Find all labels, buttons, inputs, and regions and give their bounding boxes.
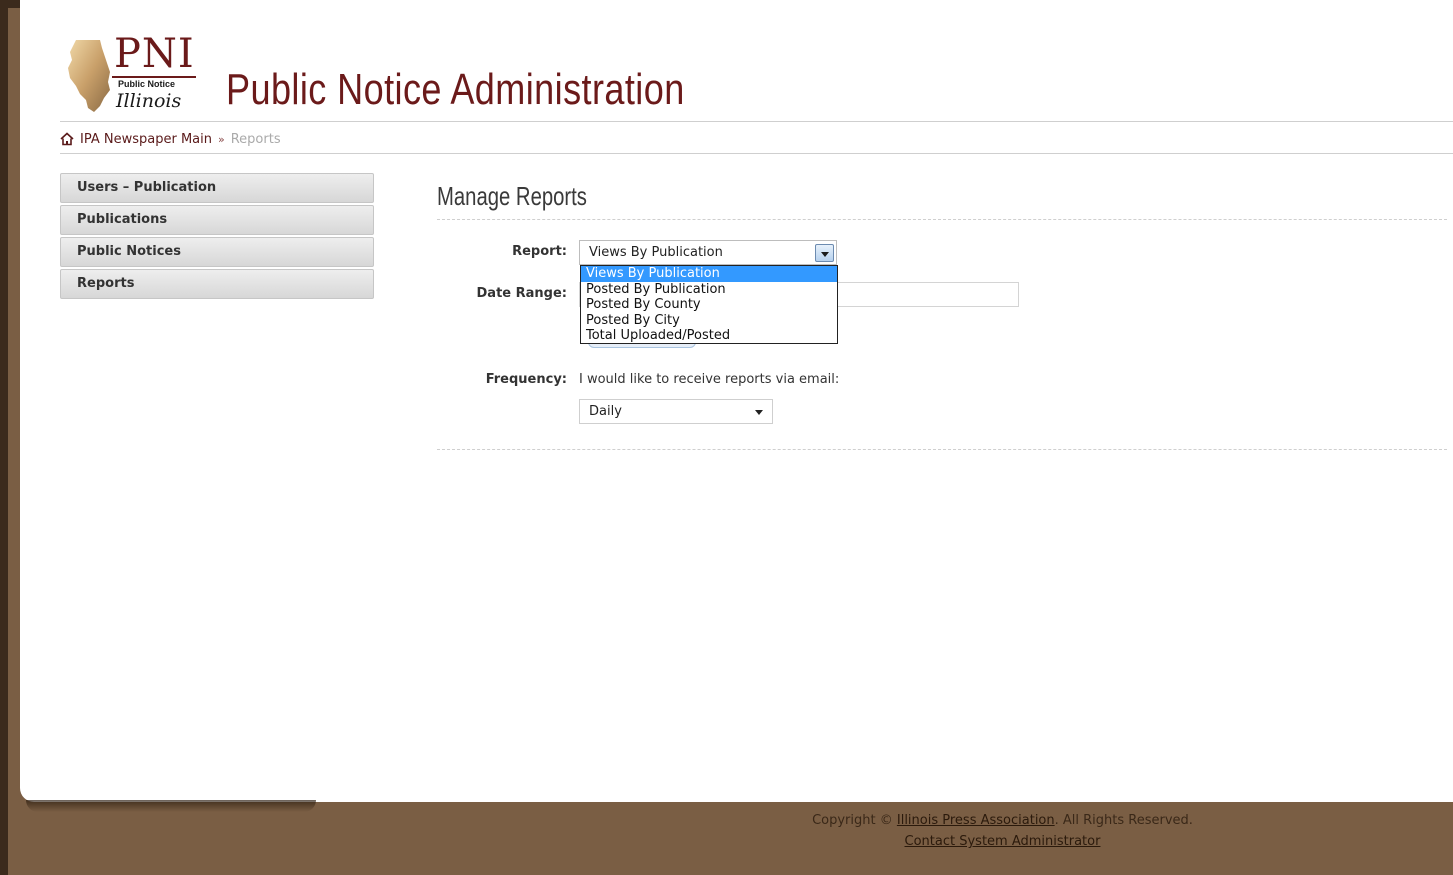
report-option-posted-by-county[interactable]: Posted By County	[581, 297, 837, 313]
report-select-value: Views By Publication	[589, 245, 723, 260]
report-dropdown-list: Views By Publication Posted By Publicati…	[580, 265, 838, 344]
illinois-press-association-link[interactable]: Illinois Press Association	[897, 813, 1055, 828]
logo-divider	[112, 76, 196, 78]
report-select[interactable]: Views By Publication	[579, 240, 837, 265]
home-icon[interactable]	[60, 132, 74, 146]
report-option-posted-by-publication[interactable]: Posted By Publication	[581, 282, 837, 298]
header-divider	[60, 121, 1453, 122]
window-corner	[0, 0, 22, 8]
site-title: Public Notice Administration	[226, 65, 685, 114]
footer-copyright: Copyright © Illinois Press Association. …	[720, 813, 1285, 828]
sidebar-item-public-notices[interactable]: Public Notices	[60, 237, 374, 267]
illinois-map-icon	[68, 40, 110, 112]
report-option-posted-by-city[interactable]: Posted By City	[581, 313, 837, 329]
section-divider-bottom	[437, 449, 1447, 450]
logo-abbreviation: PNI	[114, 31, 195, 77]
chevron-down-icon[interactable]	[815, 244, 834, 262]
frequency-select[interactable]: Daily	[579, 399, 773, 424]
sidebar-item-users-publication[interactable]: Users – Publication	[60, 173, 374, 203]
caret-down-icon	[755, 410, 763, 415]
contact-admin-link[interactable]: Contact System Administrator	[905, 834, 1101, 849]
copyright-prefix: Copyright ©	[812, 813, 893, 828]
frequency-label: Frequency:	[485, 372, 567, 387]
frequency-select-value: Daily	[589, 404, 622, 419]
site-logo[interactable]: PNI Public Notice Illinois	[60, 31, 200, 114]
report-option-total-uploaded-posted[interactable]: Total Uploaded/Posted	[581, 328, 837, 344]
sidebar-item-publications[interactable]: Publications	[60, 205, 374, 235]
breadcrumb-divider	[60, 153, 1453, 154]
breadcrumb-home-link[interactable]: IPA Newspaper Main	[80, 132, 212, 147]
footer-contact: Contact System Administrator	[720, 834, 1285, 849]
report-label: Report:	[512, 244, 567, 259]
breadcrumb-current: Reports	[230, 131, 281, 147]
breadcrumb-separator: »	[217, 132, 225, 146]
window-left-edge	[0, 0, 8, 875]
sidebar-nav: Users – Publication Publications Public …	[60, 173, 374, 301]
breadcrumb: IPA Newspaper Main » Reports	[60, 130, 281, 148]
date-range-label: Date Range:	[476, 286, 567, 301]
frequency-description: I would like to receive reports via emai…	[579, 372, 840, 387]
panel-shadow	[26, 800, 316, 812]
logo-line-public-notice: Public Notice	[118, 79, 176, 89]
sidebar-item-reports[interactable]: Reports	[60, 269, 374, 299]
report-option-views-by-publication[interactable]: Views By Publication	[581, 266, 837, 282]
section-divider-top	[437, 219, 1447, 220]
copyright-suffix: . All Rights Reserved.	[1054, 813, 1193, 828]
logo-line-illinois: Illinois	[116, 90, 182, 112]
page-title: Manage Reports	[437, 181, 587, 211]
